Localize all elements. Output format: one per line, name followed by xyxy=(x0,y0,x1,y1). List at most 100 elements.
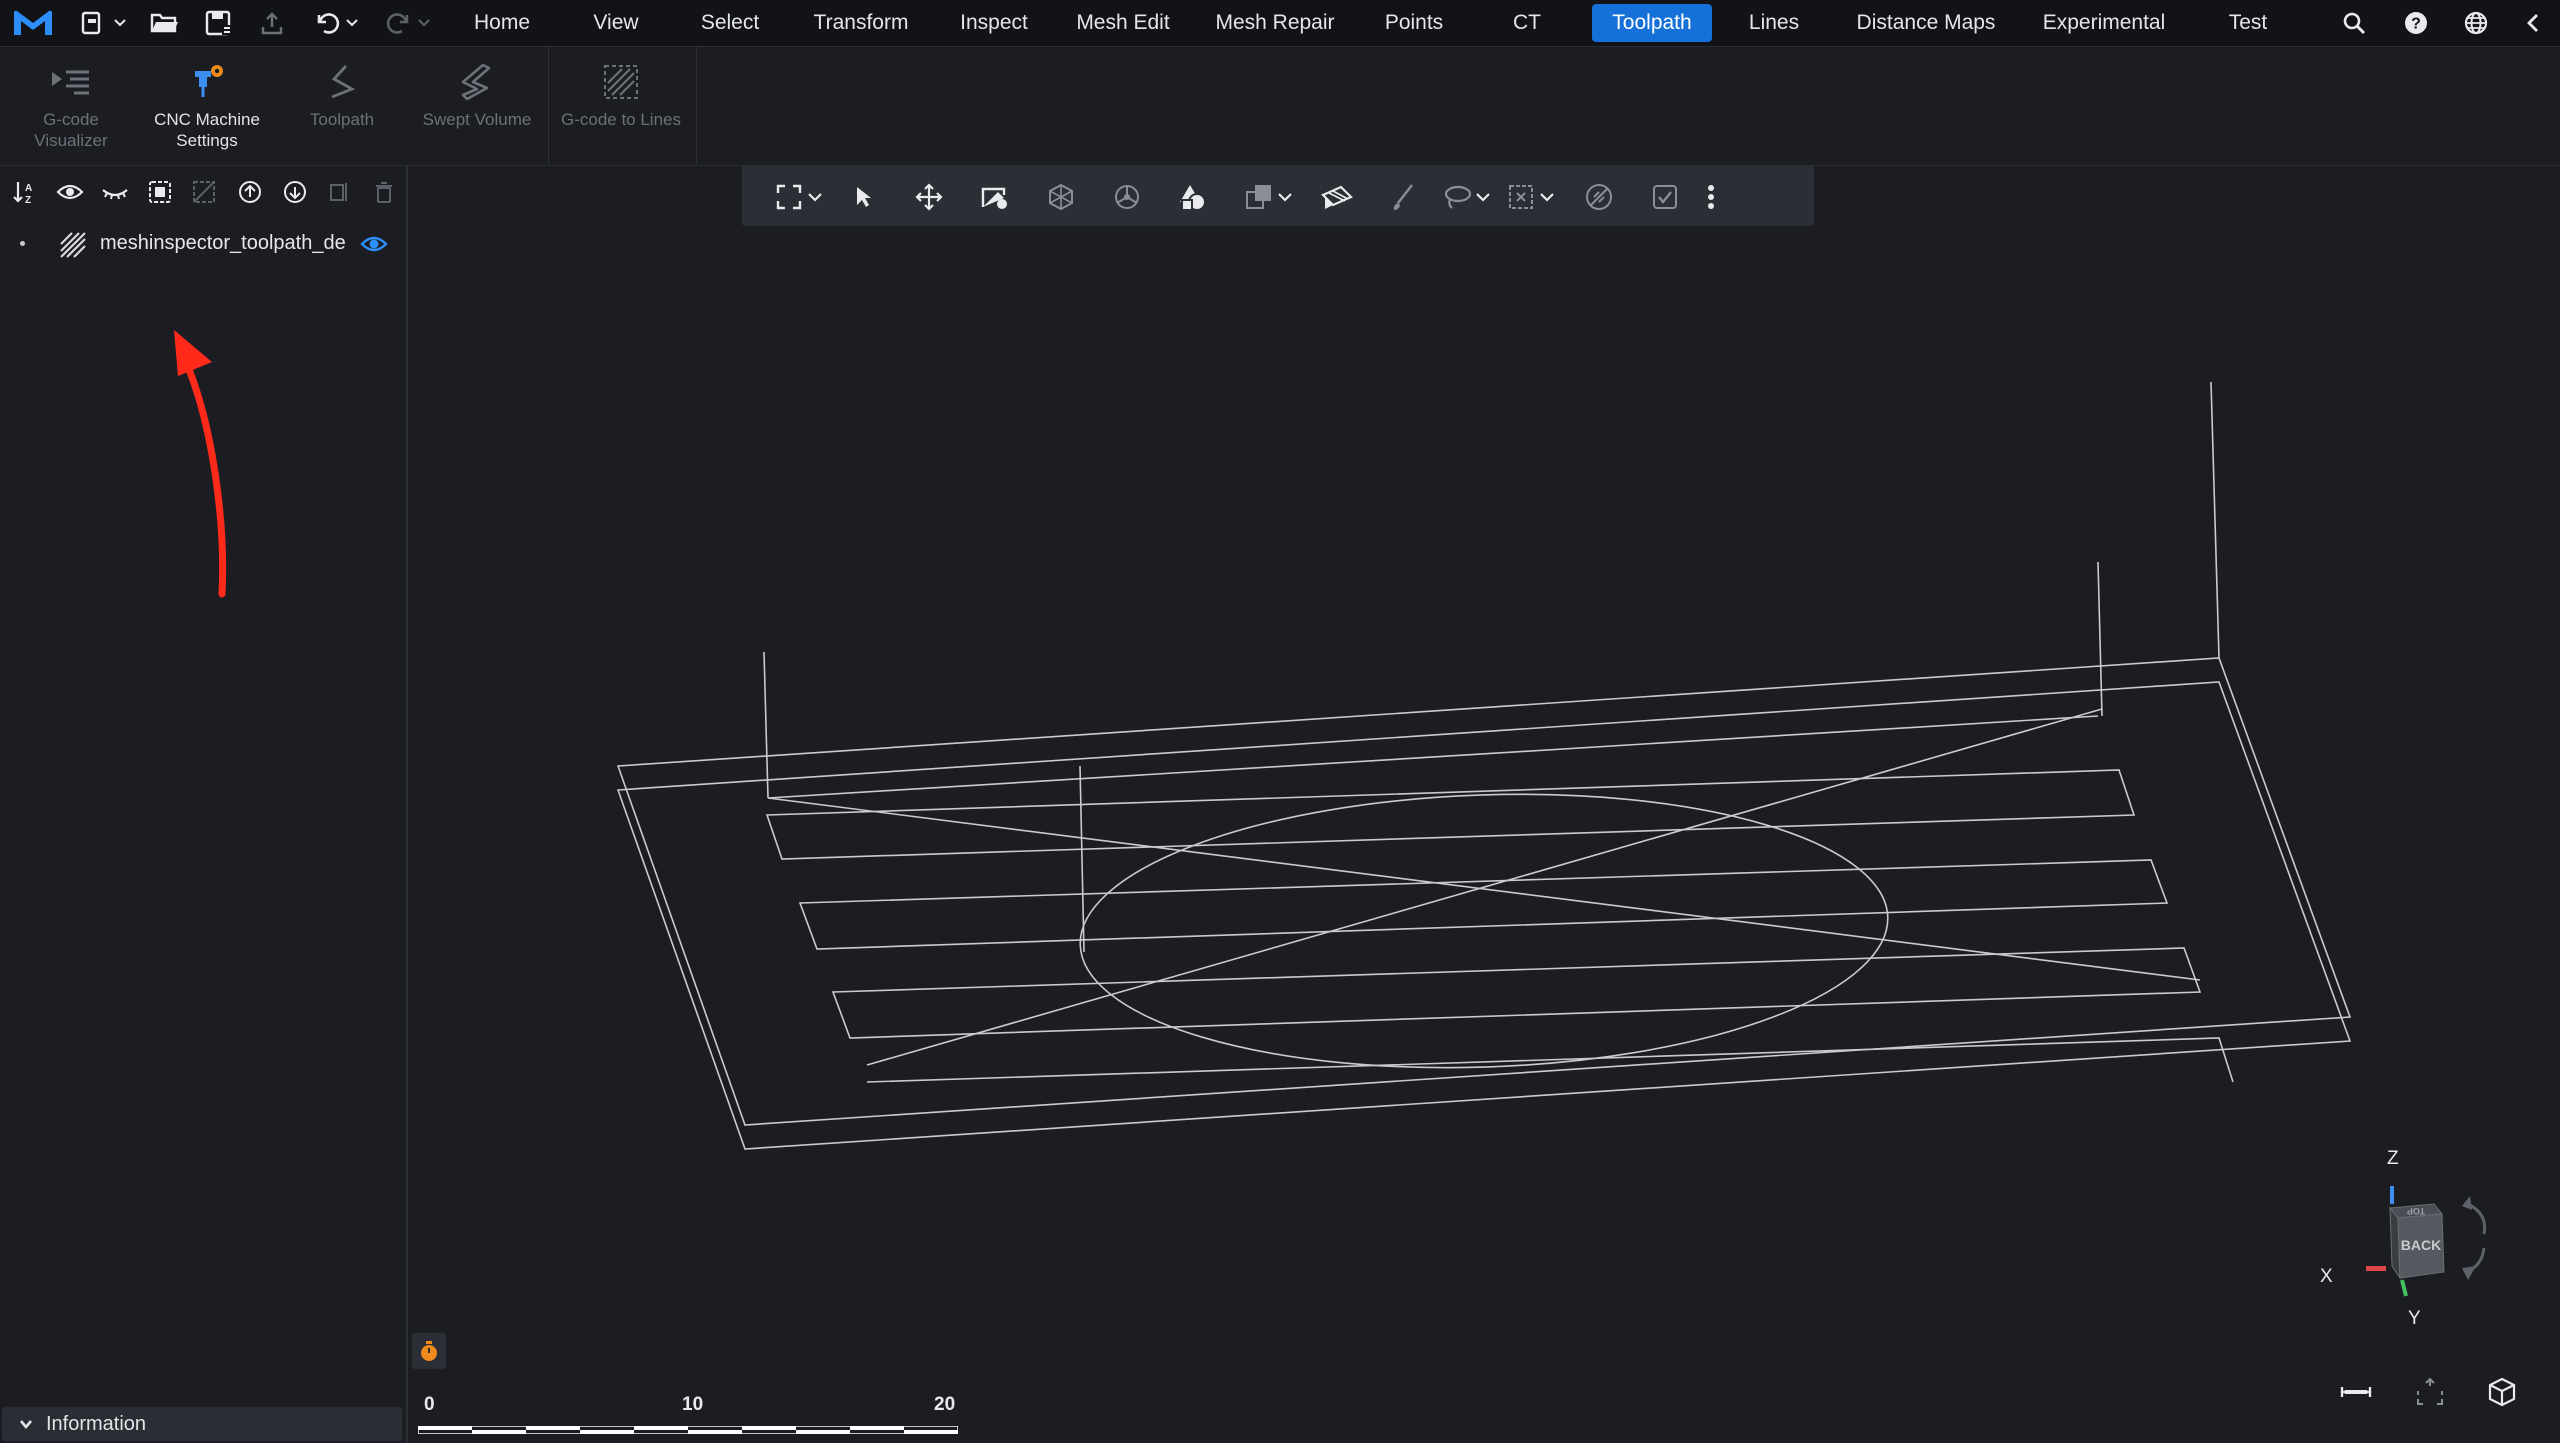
select-pointer-icon[interactable] xyxy=(846,180,880,214)
axis-label-y: Y xyxy=(2408,1308,2421,1329)
tab-distance-maps[interactable]: Distance Maps xyxy=(1846,4,2006,42)
search-icon[interactable] xyxy=(2338,0,2370,46)
delete-icon[interactable] xyxy=(368,176,400,208)
tab-points[interactable]: Points xyxy=(1370,4,1458,42)
language-globe-icon[interactable] xyxy=(2460,0,2492,46)
toolpath-button[interactable]: Toolpath xyxy=(282,47,402,165)
tab-transform[interactable]: Transform xyxy=(804,4,918,42)
axis-label-x: X xyxy=(2320,1266,2333,1287)
scene-tree-panel: AZ meshinspector_toolpath_de Information xyxy=(0,166,408,1443)
scene-tree-toolbar: AZ xyxy=(0,166,406,218)
visibility-eye-icon[interactable] xyxy=(360,233,388,255)
ribbon-separator xyxy=(548,47,549,165)
measure-icon[interactable] xyxy=(2336,1372,2376,1412)
tab-mesh-edit[interactable]: Mesh Edit xyxy=(1068,4,1178,42)
no-select-icon[interactable] xyxy=(1582,180,1616,214)
object-name-label[interactable]: meshinspector_toolpath_de xyxy=(100,232,362,255)
edit-object-icon[interactable] xyxy=(978,180,1012,214)
view-cube-top-label: TOP xyxy=(2407,1206,2425,1216)
gcode-visualizer-label: G-code Visualizer xyxy=(34,110,108,150)
more-menu-icon[interactable] xyxy=(1700,180,1722,214)
gcode-to-lines-button[interactable]: G-code to Lines xyxy=(552,47,690,165)
stock-outline-top xyxy=(616,657,2352,1126)
shapes-icon[interactable] xyxy=(1176,180,1210,214)
swept-volume-label: Swept Volume xyxy=(422,110,532,129)
top-menu-bar: Home View Select Transform Inspect Mesh … xyxy=(0,0,2560,47)
redo-icon[interactable] xyxy=(382,0,434,46)
view-cube[interactable]: BACK TOP xyxy=(2348,1166,2518,1316)
information-panel-header[interactable]: Information xyxy=(2,1407,402,1441)
diagonal-move xyxy=(767,797,2201,981)
fit-view-icon[interactable] xyxy=(772,180,806,214)
collapse-chevron-icon[interactable] xyxy=(2518,0,2548,46)
dropdown-chevron-icon[interactable] xyxy=(1472,180,1494,214)
tree-bullet xyxy=(20,241,25,246)
view-cube-icon[interactable] xyxy=(2482,1372,2522,1412)
connect-move xyxy=(767,715,2099,799)
axis-label-z: Z xyxy=(2387,1148,2399,1169)
tab-ct[interactable]: CT xyxy=(1502,4,1552,42)
move-down-icon[interactable] xyxy=(279,176,311,208)
tab-mesh-repair[interactable]: Mesh Repair xyxy=(1208,4,1342,42)
app-logo-icon[interactable] xyxy=(6,0,60,46)
dropdown-chevron-icon[interactable] xyxy=(1536,180,1558,214)
scale-label-10: 10 xyxy=(682,1394,704,1415)
raster-pass xyxy=(866,1037,2234,1083)
x-axis-indicator xyxy=(2366,1266,2386,1271)
dropdown-chevron-icon[interactable] xyxy=(1274,180,1296,214)
select-all-icon[interactable] xyxy=(144,176,176,208)
tab-experimental[interactable]: Experimental xyxy=(2032,4,2176,42)
3d-viewport[interactable]: 0 10 20 BACK TOP Z X Y xyxy=(408,166,2560,1443)
hide-all-icon[interactable] xyxy=(99,176,131,208)
box-select-icon[interactable] xyxy=(1504,180,1538,214)
gcode-to-lines-label: G-code to Lines xyxy=(560,110,681,129)
new-file-icon[interactable] xyxy=(74,0,130,46)
brush-icon[interactable] xyxy=(1386,180,1420,214)
show-all-icon[interactable] xyxy=(54,176,86,208)
tab-view[interactable]: View xyxy=(580,4,652,42)
lasso-icon[interactable] xyxy=(1440,180,1474,214)
information-label: Information xyxy=(46,1413,147,1435)
tab-toolpath[interactable]: Toolpath xyxy=(1592,4,1712,42)
undo-icon[interactable] xyxy=(310,0,362,46)
clone-icon[interactable] xyxy=(1242,180,1276,214)
export-icon[interactable] xyxy=(254,0,290,46)
deselect-icon[interactable] xyxy=(188,176,220,208)
view-cube-face-label: BACK xyxy=(2401,1237,2441,1253)
tab-test[interactable]: Test xyxy=(2218,4,2278,42)
cnc-machine-settings-label: CNC Machine Settings xyxy=(154,110,260,150)
fit-screen-icon[interactable] xyxy=(2410,1372,2450,1412)
tab-lines[interactable]: Lines xyxy=(1738,4,1810,42)
checkbox-icon[interactable] xyxy=(1648,180,1682,214)
gcode-to-lines-icon xyxy=(602,63,640,101)
open-folder-icon[interactable] xyxy=(146,0,182,46)
stopwatch-button[interactable] xyxy=(412,1333,446,1369)
gcode-visualizer-icon xyxy=(49,63,93,101)
scene-tree-item[interactable]: meshinspector_toolpath_de xyxy=(0,224,406,264)
move-icon[interactable] xyxy=(912,180,946,214)
tab-home[interactable]: Home xyxy=(462,4,542,42)
save-icon[interactable] xyxy=(200,0,238,46)
toolpath-icon xyxy=(322,63,362,101)
viewport-toolbar xyxy=(742,166,1814,226)
rapid-move xyxy=(763,651,769,799)
duplicate-icon[interactable] xyxy=(324,176,356,208)
dropdown-chevron-icon[interactable] xyxy=(804,180,826,214)
tab-inspect[interactable]: Inspect xyxy=(948,4,1040,42)
svg-text:?: ? xyxy=(2411,16,2421,33)
y-axis-indicator xyxy=(2400,1279,2408,1297)
rapid-move xyxy=(2097,561,2103,717)
cnc-machine-settings-button[interactable]: CNC Machine Settings xyxy=(142,47,272,165)
tab-select[interactable]: Select xyxy=(690,4,770,42)
help-icon[interactable]: ? xyxy=(2400,0,2432,46)
sort-az-icon[interactable]: AZ xyxy=(10,176,42,208)
transform-icon[interactable] xyxy=(1044,180,1078,214)
surface-paint-icon[interactable] xyxy=(1320,180,1354,214)
move-up-icon[interactable] xyxy=(234,176,266,208)
toolpath-label: Toolpath xyxy=(309,110,375,129)
annotation-arrow xyxy=(174,330,227,598)
toolpath-ribbon: G-code Visualizer CNC Machine Settings T… xyxy=(0,47,2560,166)
gcode-visualizer-button[interactable]: G-code Visualizer xyxy=(4,47,138,165)
swept-volume-button[interactable]: Swept Volume xyxy=(414,47,540,165)
wheel-icon[interactable] xyxy=(1110,180,1144,214)
